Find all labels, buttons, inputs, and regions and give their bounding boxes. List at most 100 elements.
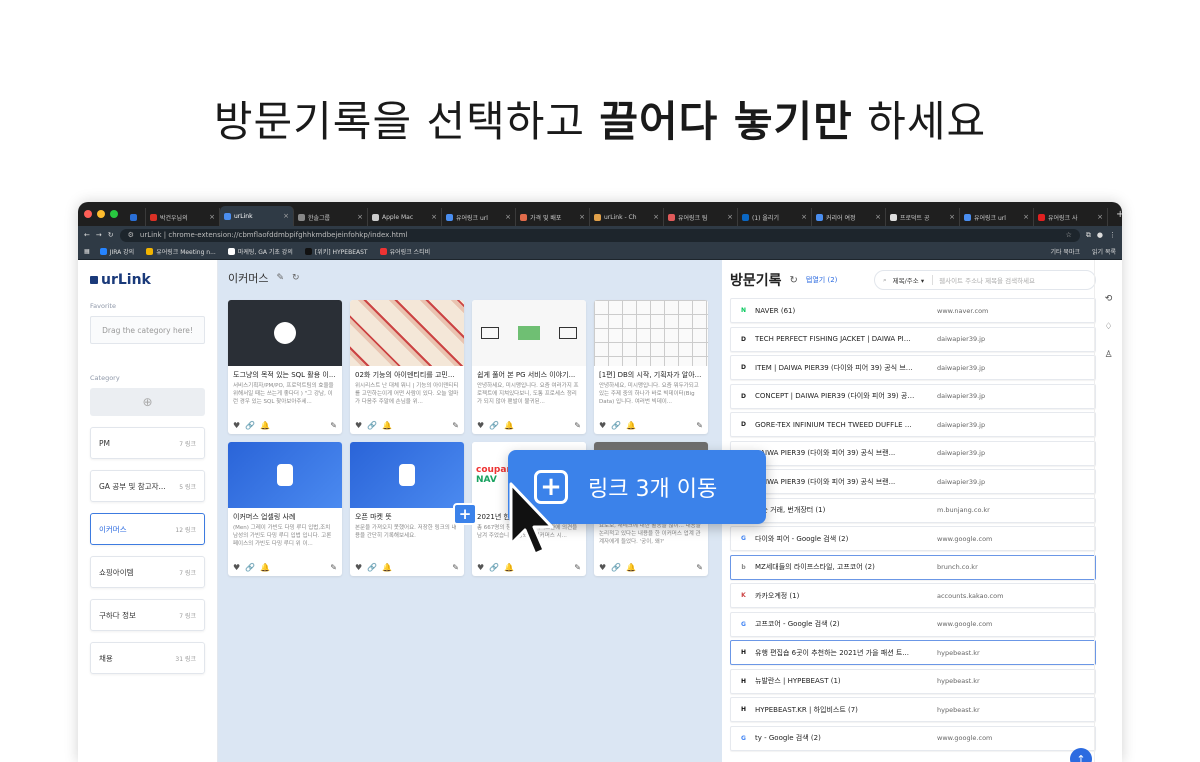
browser-tab[interactable]: 가격 및 배포×	[516, 208, 590, 226]
browser-tab[interactable]: urLink×	[220, 206, 294, 226]
heart-icon[interactable]: ♥	[355, 421, 362, 430]
heart-icon[interactable]: ♥	[599, 421, 606, 430]
tab-close-icon[interactable]: ×	[431, 213, 437, 221]
history-item[interactable]: G다이와 피어 - Google 검색 (2)www.google.com	[730, 526, 1096, 551]
history-item[interactable]: G고프코어 - Google 검색 (2)www.google.com	[730, 612, 1096, 637]
profile-icon[interactable]: ●	[1097, 231, 1103, 239]
category-item[interactable]: 이커머스12 링크	[90, 513, 205, 545]
heart-icon[interactable]: ♥	[477, 563, 484, 572]
tab-close-icon[interactable]: ×	[801, 213, 807, 221]
browser-tab[interactable]: 유어링크 url×	[442, 208, 516, 226]
tab-close-icon[interactable]: ×	[209, 213, 215, 221]
edit-pencil-icon[interactable]: ✎	[330, 421, 337, 430]
tab-close-icon[interactable]: ×	[283, 212, 289, 220]
browser-tab[interactable]: 커리어 여정×	[812, 208, 886, 226]
category-item[interactable]: PM7 링크	[90, 427, 205, 459]
bell-icon[interactable]: 🔔	[504, 563, 514, 572]
browser-tab[interactable]: 유어링크 url×	[960, 208, 1034, 226]
browser-tab[interactable]: (1) 올리기×	[738, 208, 812, 226]
bell-icon[interactable]: 🔔	[626, 421, 636, 430]
bookmark-item[interactable]: 유어링크 Meeting n...	[146, 247, 216, 256]
tab-close-icon[interactable]: ×	[1023, 213, 1029, 221]
category-item[interactable]: 쇼핑아이템7 링크	[90, 556, 205, 588]
tab-close-icon[interactable]: ×	[949, 213, 955, 221]
history-item[interactable]: H유행 편집숍 6곳이 추천하는 2021년 가을 패션 트...hypebea…	[730, 640, 1096, 665]
tab-close-icon[interactable]: ×	[357, 213, 363, 221]
link-icon[interactable]: 🔗	[367, 421, 377, 430]
other-bookmarks[interactable]: 기타 북마크	[1050, 247, 1080, 256]
minimize-window-button[interactable]	[97, 210, 105, 218]
bell-icon[interactable]: 🔔	[260, 563, 270, 572]
tab-close-icon[interactable]: ×	[1097, 213, 1103, 221]
link-icon[interactable]: 🔗	[489, 421, 499, 430]
browser-tab[interactable]: 프로덕트 공×	[886, 208, 960, 226]
bell-icon[interactable]: 🔔	[382, 563, 392, 572]
tab-close-icon[interactable]: ×	[579, 213, 585, 221]
url-field[interactable]: ⚙urLink | chrome-extension://cbmflaofddm…	[120, 229, 1080, 242]
heart-icon[interactable]: ♥	[233, 563, 240, 572]
link-card[interactable]: 02화 기능의 아이덴티티를 고민...위시리스트 난 대체 뭐니 | 기능의 …	[350, 300, 464, 434]
category-item[interactable]: 채용31 링크	[90, 642, 205, 674]
edit-pencil-icon[interactable]: ✎	[696, 563, 703, 572]
user-icon[interactable]: ♙	[1104, 350, 1112, 360]
open-tabs-link[interactable]: 탭열기 (2)	[806, 275, 837, 285]
browser-tab[interactable]	[126, 208, 146, 226]
tab-close-icon[interactable]: ×	[653, 213, 659, 221]
history-item[interactable]: HHYPEBEAST.KR | 하입비스트 (7)hypebeast.kr	[730, 697, 1096, 722]
edit-pencil-icon[interactable]: ✎	[574, 421, 581, 430]
close-window-button[interactable]	[84, 210, 92, 218]
browser-tab[interactable]: urLink - Ch×	[590, 208, 664, 226]
edit-pencil-icon[interactable]: ✎	[330, 563, 337, 572]
link-card[interactable]: 오픈 마켓 뜻본문을 가져오지 못했어요. 저장한 링크의 내용을 간단히 기록…	[350, 442, 464, 576]
bookmark-item[interactable]: JIRA 강의	[100, 247, 135, 256]
history-item[interactable]: DDAIWA PIER39 (다이와 피어 39) 공식 브랜...daiwap…	[730, 469, 1096, 494]
extensions-icon[interactable]: ⧉	[1086, 231, 1091, 240]
bell-icon[interactable]: 🔔	[260, 421, 270, 430]
heart-icon[interactable]: ♥	[355, 563, 362, 572]
new-tab-icon[interactable]: +	[1116, 209, 1122, 220]
apps-icon[interactable]: ▦	[84, 248, 90, 255]
category-item[interactable]: GA 공부 및 참고자...5 링크	[90, 470, 205, 502]
bell-icon[interactable]: 🔔	[626, 563, 636, 572]
link-icon[interactable]: 🔗	[611, 563, 621, 572]
history-item[interactable]: DITEM | DAIWA PIER39 (다이와 피어 39) 공식 브랜..…	[730, 355, 1096, 380]
edit-pencil-icon[interactable]: ✎	[452, 563, 459, 572]
edit-pencil-icon[interactable]: ✎	[276, 273, 284, 283]
reading-list[interactable]: 읽기 목록	[1092, 247, 1116, 256]
favorite-dropzone[interactable]: Drag the category here!	[90, 316, 205, 344]
bookmark-item[interactable]: 마케팅, GA 기초 강의	[228, 247, 293, 256]
history-item[interactable]: NNAVER (61)www.naver.com	[730, 298, 1096, 323]
link-card[interactable]: 쉽게 풀어 본 PG 서비스 이야기...안녕하세요, 미시맹입니다. 요즘 여…	[472, 300, 586, 434]
refresh-icon[interactable]: ↻	[292, 273, 300, 283]
bell-icon[interactable]: 🔔	[382, 421, 392, 430]
browser-tab[interactable]: Apple Mac×	[368, 208, 442, 226]
add-category-button[interactable]: ⊕	[90, 388, 205, 416]
back-icon[interactable]: ←	[84, 231, 90, 239]
edit-pencil-icon[interactable]: ✎	[696, 421, 703, 430]
link-icon[interactable]: 🔗	[245, 563, 255, 572]
bookmark-item[interactable]: 유어링크 스티비	[380, 247, 431, 256]
search-scope-select[interactable]: 제목/주소 ▾	[893, 275, 933, 285]
browser-tab[interactable]: 유어링크 팀×	[664, 208, 738, 226]
history-item[interactable]: DTECH PERFECT FISHING JACKET | DAIWA PIE…	[730, 327, 1096, 352]
edit-pencil-icon[interactable]: ✎	[574, 563, 581, 572]
link-icon[interactable]: 🔗	[367, 563, 377, 572]
heart-icon[interactable]: ♥	[477, 421, 484, 430]
link-card[interactable]: 이커머스 업셀링 사례(Men) 그레이 가빈도 다밍 루디 입법,조치 남성의…	[228, 442, 342, 576]
link-card[interactable]: 도그냥의 목적 있는 SQL 활용 이...서비스기획자/PM/PO, 프로덕트…	[228, 300, 342, 434]
bell-icon[interactable]: 🔔	[504, 421, 514, 430]
link-card[interactable]: [1편] DB의 시작, 기획자가 알아...안녕하세요, 미시맹입니다. 요즘…	[594, 300, 708, 434]
browser-tab[interactable]: 한솔그룹×	[294, 208, 368, 226]
history-item[interactable]: K카카오계정 (1)accounts.kakao.com	[730, 583, 1096, 608]
reload-icon[interactable]: ↻	[108, 231, 114, 239]
heart-icon[interactable]: ♥	[599, 563, 606, 572]
tab-close-icon[interactable]: ×	[505, 213, 511, 221]
history-item[interactable]: Gty - Google 검색 (2)www.google.com	[730, 726, 1096, 751]
forward-icon[interactable]: →	[96, 231, 102, 239]
maximize-window-button[interactable]	[110, 210, 118, 218]
refresh-history-icon[interactable]: ↻	[790, 275, 798, 286]
heart-icon[interactable]: ♥	[233, 421, 240, 430]
link-icon[interactable]: 🔗	[489, 563, 499, 572]
link-icon[interactable]: 🔗	[245, 421, 255, 430]
history-item[interactable]: DCONCEPT | DAIWA PIER39 (다이와 피어 39) 공식 브…	[730, 384, 1096, 409]
